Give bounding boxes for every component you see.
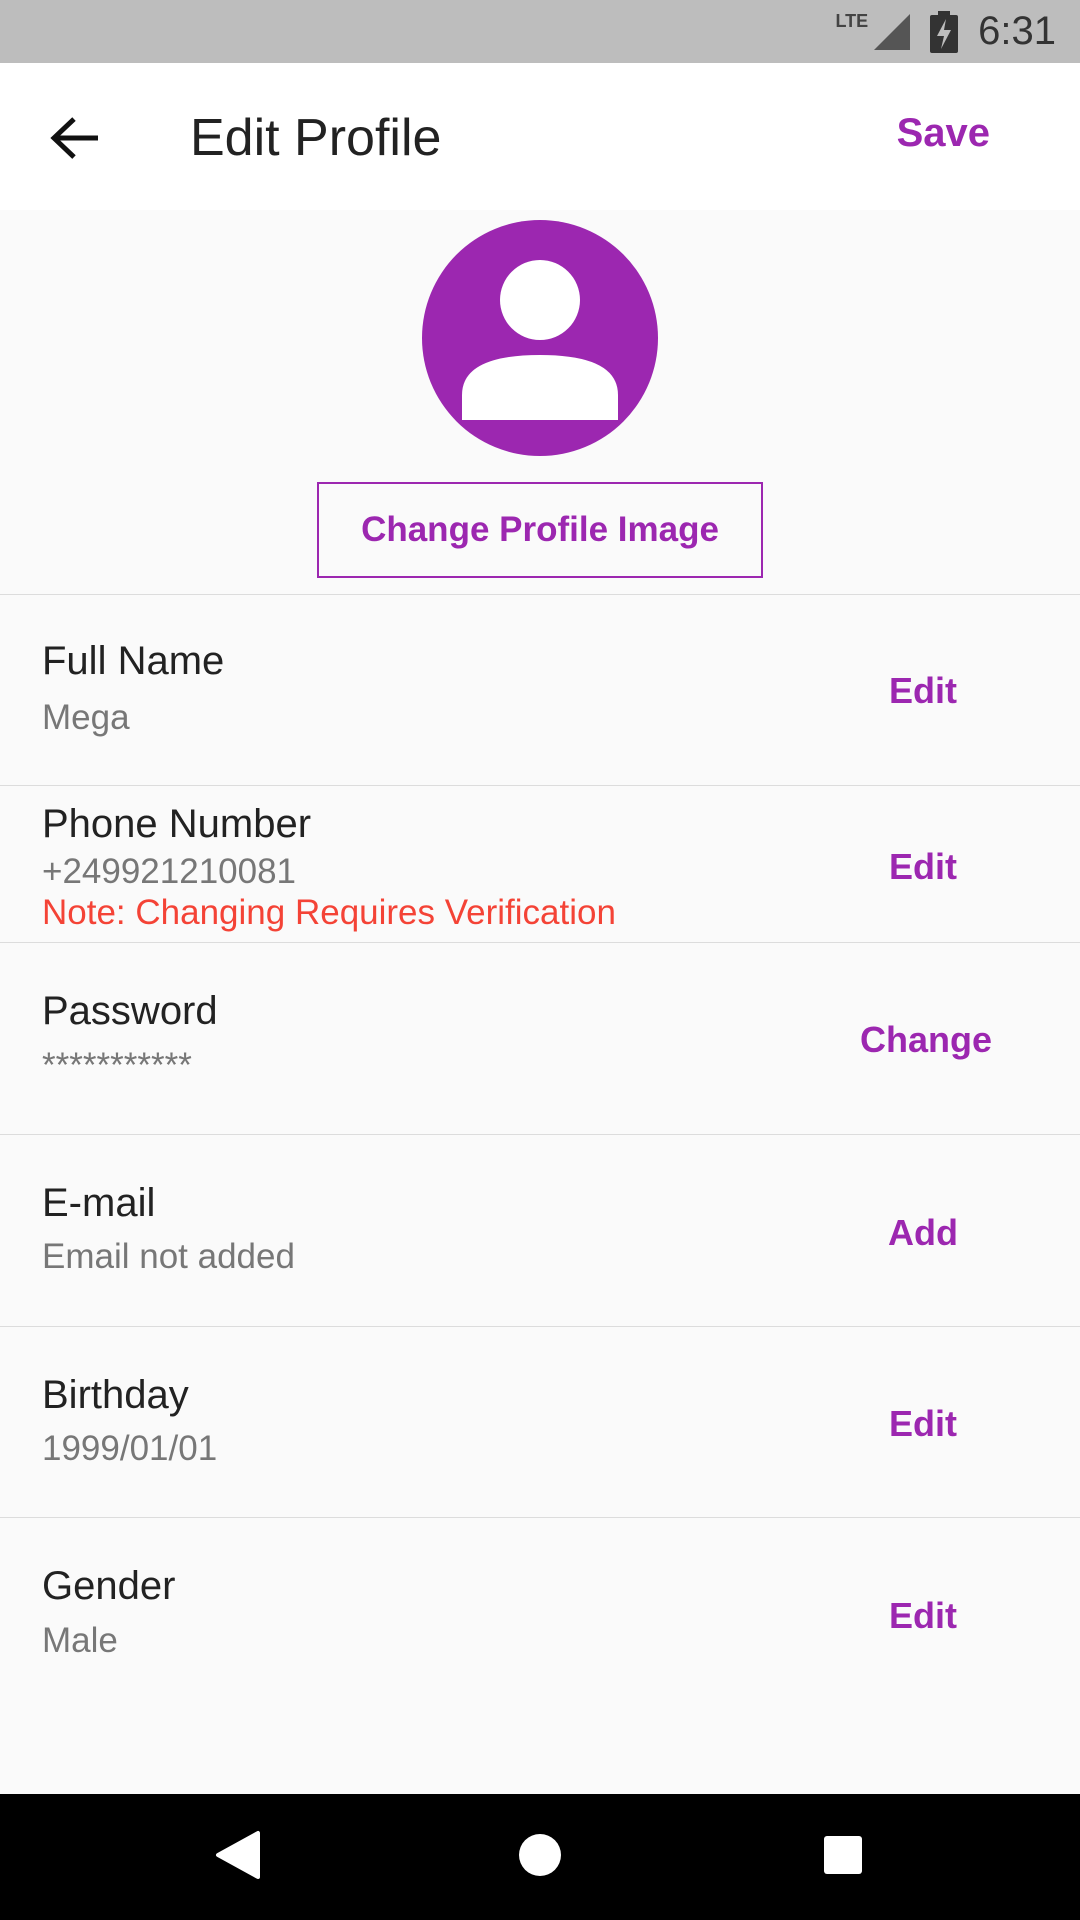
field-value: Mega bbox=[42, 698, 130, 737]
verification-note: Note: Changing Requires Verification bbox=[42, 893, 616, 932]
phone-number-row: Phone Number +249921210081 Note: Changin… bbox=[0, 786, 1080, 942]
nav-back-button[interactable] bbox=[202, 1822, 272, 1892]
field-value: *********** bbox=[42, 1046, 192, 1085]
edit-birthday-button[interactable]: Edit bbox=[889, 1403, 957, 1445]
square-recents-icon bbox=[823, 1835, 863, 1880]
system-nav-bar bbox=[0, 1794, 1080, 1920]
birthday-row: Birthday 1999/01/01 Edit bbox=[0, 1327, 1080, 1517]
gender-row: Gender Male Edit bbox=[0, 1518, 1080, 1708]
status-bar: LTE 6:31 bbox=[0, 0, 1080, 63]
field-label: Password bbox=[42, 989, 218, 1033]
edit-gender-button[interactable]: Edit bbox=[889, 1595, 957, 1637]
edit-phone-number-button[interactable]: Edit bbox=[889, 846, 957, 888]
email-row: E-mail Email not added Add bbox=[0, 1135, 1080, 1326]
field-label: Gender bbox=[42, 1564, 176, 1608]
field-value: 1999/01/01 bbox=[42, 1429, 218, 1468]
page-title: Edit Profile bbox=[190, 109, 442, 167]
field-label: E-mail bbox=[42, 1181, 156, 1225]
field-value: +249921210081 bbox=[42, 852, 297, 891]
add-email-button[interactable]: Add bbox=[888, 1212, 958, 1254]
field-label: Phone Number bbox=[42, 802, 312, 846]
back-button[interactable] bbox=[40, 105, 110, 175]
arrow-left-icon bbox=[50, 116, 100, 165]
avatar[interactable] bbox=[422, 220, 658, 456]
network-type-label: LTE bbox=[835, 11, 869, 31]
change-password-button[interactable]: Change bbox=[860, 1019, 992, 1061]
triangle-back-icon bbox=[214, 1830, 260, 1885]
edit-full-name-button[interactable]: Edit bbox=[889, 670, 957, 712]
status-time: 6:31 bbox=[978, 9, 1056, 53]
signal-icon bbox=[870, 12, 911, 52]
field-label: Full Name bbox=[42, 639, 225, 683]
profile-image-section: Change Profile Image bbox=[0, 210, 1080, 594]
app-bar: Edit Profile Save bbox=[0, 63, 1080, 210]
field-label: Birthday bbox=[42, 1373, 189, 1417]
field-value: Male bbox=[42, 1621, 118, 1660]
save-button[interactable]: Save bbox=[897, 111, 990, 156]
field-value: Email not added bbox=[42, 1237, 295, 1276]
full-name-row: Full Name Mega Edit bbox=[0, 595, 1080, 785]
nav-home-button[interactable] bbox=[505, 1822, 575, 1892]
person-icon bbox=[422, 260, 658, 456]
battery-charging-icon bbox=[930, 10, 959, 53]
password-row: Password *********** Change bbox=[0, 943, 1080, 1134]
change-profile-image-button[interactable]: Change Profile Image bbox=[317, 482, 763, 578]
circle-home-icon bbox=[518, 1833, 562, 1882]
nav-recents-button[interactable] bbox=[808, 1822, 878, 1892]
